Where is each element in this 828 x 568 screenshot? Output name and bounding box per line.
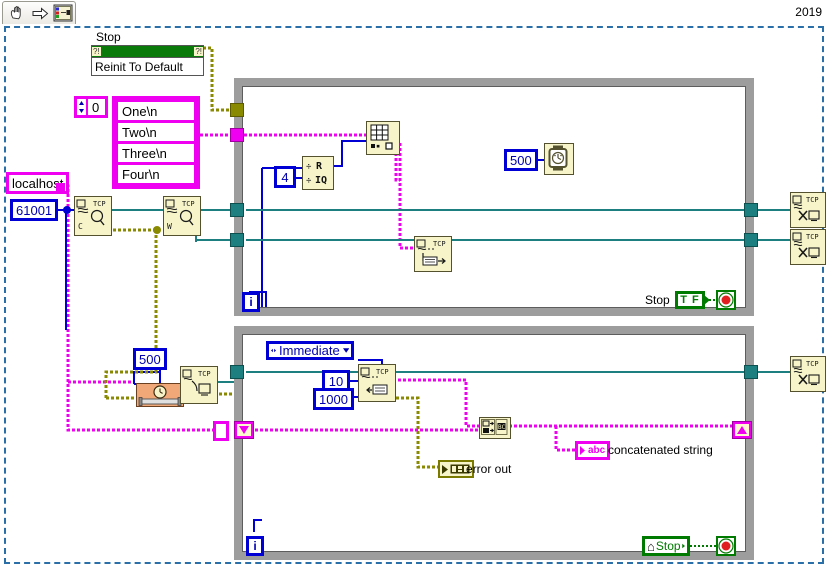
shift-register-left xyxy=(234,421,254,439)
wait-ms-node-top[interactable] xyxy=(544,143,574,175)
divisor-constant[interactable]: 4 xyxy=(274,166,296,188)
stop-boolean-top-arrow xyxy=(703,294,711,306)
listen-timer-node[interactable] xyxy=(136,383,184,407)
svg-text:BC: BC xyxy=(498,424,506,431)
concatenated-string-label: concatenated string xyxy=(608,443,713,457)
listen-wait-constant[interactable]: 500 xyxy=(133,348,167,370)
error-wire-junction-1 xyxy=(153,226,161,234)
property-node-stop[interactable]: ?! ?! Reinit To Default xyxy=(91,45,204,76)
port-constant-value: 61001 xyxy=(16,202,53,218)
tunnel-network-bottom-left xyxy=(230,365,244,379)
tunnel-network-top-right-1 xyxy=(744,203,758,217)
stop-label-top: Stop xyxy=(645,293,670,307)
tcp-write-node-top[interactable]: TCP xyxy=(414,236,452,272)
stop-local-variable-label: Stop xyxy=(655,539,681,553)
indicator-arrow-icon xyxy=(580,446,585,455)
string-array-item-1[interactable]: Two\n xyxy=(118,123,194,141)
svg-text:W: W xyxy=(167,222,172,231)
home-icon: ⌂ xyxy=(647,538,655,554)
svg-text:▪: ▪ xyxy=(376,142,380,150)
iteration-terminal-top: i xyxy=(242,292,260,312)
stop-condition-terminal-top[interactable] xyxy=(716,290,736,310)
tcp-close-node-2[interactable]: TCP xyxy=(790,229,826,265)
svg-text:TCP: TCP xyxy=(93,200,106,208)
svg-text:C: C xyxy=(78,222,83,231)
svg-text:TCP: TCP xyxy=(376,368,389,376)
string-constant-empty[interactable] xyxy=(213,421,229,441)
enum-left-right-icon xyxy=(271,348,277,353)
tcp-open-connection-node[interactable]: TCP C xyxy=(74,196,112,236)
mode-enum-control[interactable]: Immediate xyxy=(266,341,354,360)
svg-text:÷: ÷ xyxy=(306,162,312,172)
string-array-item-3[interactable]: Four\n xyxy=(118,165,194,183)
listen-wait-constant-value: 500 xyxy=(139,351,161,367)
wait-constant-top[interactable]: 500 xyxy=(504,149,538,171)
index-spinner[interactable] xyxy=(77,99,88,115)
chevron-down-icon xyxy=(342,348,349,353)
string-array-constant[interactable]: One\n Two\n Three\n Four\n xyxy=(112,96,200,189)
svg-text:TCP: TCP xyxy=(806,233,819,241)
shift-register-right xyxy=(732,421,752,439)
read-timeout-constant-value: 1000 xyxy=(319,391,348,407)
divisor-constant-value: 4 xyxy=(281,169,289,185)
wait-constant-top-value: 500 xyxy=(510,152,532,168)
address-wire-junction xyxy=(56,183,65,192)
error-out-arrow-icon xyxy=(442,464,448,474)
error-out-label: error out xyxy=(466,462,512,476)
svg-text:TCP: TCP xyxy=(806,360,819,368)
stop-boolean-top-value: T F xyxy=(680,294,700,306)
concatenated-string-indicator[interactable]: abc xyxy=(575,441,611,460)
svg-text:TCP: TCP xyxy=(806,196,819,204)
tunnel-network-top-right-2 xyxy=(744,233,758,247)
iteration-terminal-bottom: i xyxy=(246,536,264,556)
mode-enum-value: Immediate xyxy=(279,343,340,358)
read-timeout-constant[interactable]: 1000 xyxy=(313,388,354,410)
port-wire-junction xyxy=(63,206,71,214)
svg-text:TCP: TCP xyxy=(182,200,195,208)
tcp-read-node-bottom[interactable]: TCP xyxy=(358,364,396,402)
property-node-glyph-left: ?! xyxy=(92,47,101,56)
tunnel-string-top xyxy=(230,128,244,142)
svg-text:IQ: IQ xyxy=(315,175,327,186)
read-count-constant-value: 10 xyxy=(328,373,344,389)
quotient-remainder-node[interactable]: ÷ R ÷ IQ xyxy=(302,156,334,190)
stop-condition-terminal-bottom[interactable] xyxy=(716,536,736,556)
property-node-titlebar: ?! ?! xyxy=(92,46,203,58)
concatenate-strings-node[interactable]: BC xyxy=(479,417,511,439)
index-control-value: 0 xyxy=(92,99,100,115)
while-loop-top xyxy=(234,78,754,316)
svg-text:TCP: TCP xyxy=(433,240,446,248)
tcp-listen-node[interactable]: TCP xyxy=(180,366,218,404)
svg-text:÷: ÷ xyxy=(306,176,312,186)
local-variable-arrow-icon xyxy=(681,543,685,549)
index-control[interactable]: 0 xyxy=(74,96,108,118)
tcp-close-node-1[interactable]: TCP xyxy=(790,192,826,228)
tunnel-network-top-2 xyxy=(230,233,244,247)
tcp-node-top-w[interactable]: TCP W xyxy=(163,196,201,236)
concatenated-string-glyph: abc xyxy=(588,445,606,456)
stop-local-variable-bottom[interactable]: ⌂ Stop xyxy=(642,536,690,556)
tcp-close-node-3[interactable]: TCP xyxy=(790,356,826,392)
string-array-item-0[interactable]: One\n xyxy=(118,102,194,120)
tunnel-error-top xyxy=(230,103,244,117)
iteration-terminal-top-value: i xyxy=(249,295,253,309)
stop-boolean-top[interactable]: T F xyxy=(675,291,705,309)
port-constant[interactable]: 61001 xyxy=(10,199,59,221)
property-node-property[interactable]: Reinit To Default xyxy=(92,58,203,75)
property-node-glyph-right: ?! xyxy=(194,47,203,56)
string-array-item-2[interactable]: Three\n xyxy=(118,144,194,162)
iteration-terminal-bottom-value: i xyxy=(253,539,257,553)
tunnel-network-bottom-right xyxy=(744,365,758,379)
tunnel-network-top-1 xyxy=(230,203,244,217)
property-node-owner-label: Stop xyxy=(96,30,121,44)
svg-text:R: R xyxy=(316,161,323,172)
index-array-node[interactable]: ▪ xyxy=(366,121,400,155)
block-diagram-canvas: 2019 Stop ?! ?! Reinit To Default 0 One\… xyxy=(0,0,828,568)
svg-text:TCP: TCP xyxy=(198,370,211,378)
